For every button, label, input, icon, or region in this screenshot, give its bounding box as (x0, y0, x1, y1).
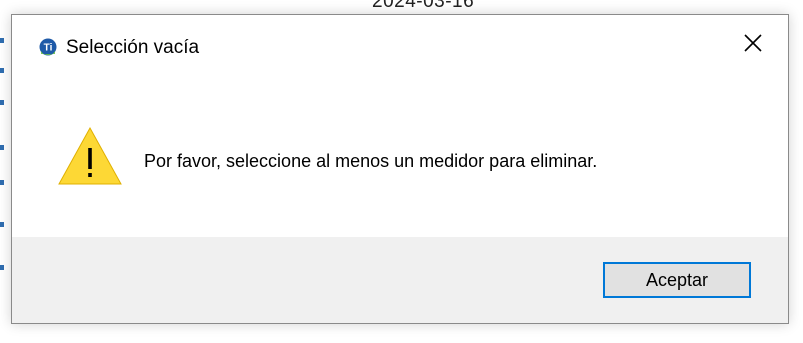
background-date-text: 2024-03-16 (372, 0, 475, 12)
accept-button[interactable]: Aceptar (603, 262, 751, 298)
app-logo-icon: Ti (39, 38, 57, 56)
background-edge-mark (0, 180, 4, 185)
dialog-message: Por favor, seleccione al menos un medido… (144, 151, 598, 171)
dialog-titlebar[interactable]: Ti Selección vacía (12, 15, 788, 71)
background-edge-mark (0, 222, 4, 227)
background-edge-mark (0, 145, 4, 150)
dialog-content: Por favor, seleccione al menos un medido… (12, 71, 788, 237)
empty-selection-dialog: Ti Selección vacía Por favor, seleccione… (11, 14, 789, 324)
dialog-title: Selección vacía (66, 37, 200, 58)
background-edge-mark (0, 100, 4, 105)
background-edge-mark (0, 265, 4, 270)
background-edge-mark (0, 68, 4, 73)
close-button[interactable] (718, 15, 788, 71)
svg-text:Ti: Ti (44, 43, 53, 54)
background-edge-mark (0, 38, 4, 43)
close-icon (744, 34, 762, 52)
warning-icon (58, 126, 122, 185)
dialog-footer: Aceptar (12, 237, 788, 323)
